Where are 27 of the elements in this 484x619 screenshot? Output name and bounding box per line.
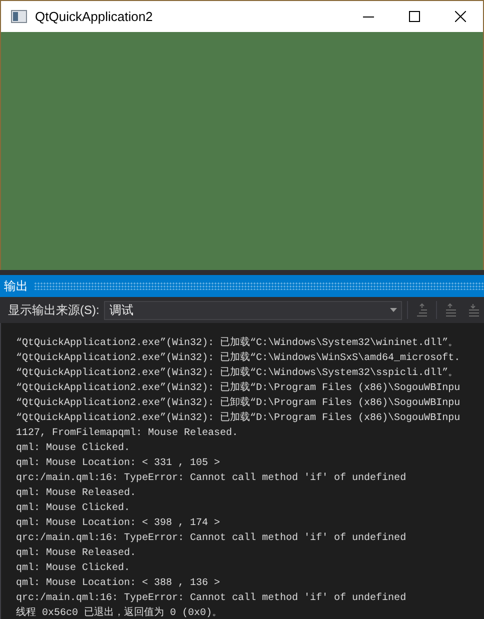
log-line: “QtQuickApplication2.exe”(Win32): 已加载“C:\Windows\System32\wininet.dll”。 — [16, 336, 460, 351]
log-line: qml: Mouse Released. — [16, 486, 138, 501]
caret-icon — [390, 308, 398, 312]
source-dropdown[interactable]: 调试 — [104, 300, 402, 320]
source-label: 显示输出来源(S): — [8, 302, 100, 318]
log-line: “QtQuickApplication2.exe”(Win32): 已加载“C:\Windows\System32\sspicli.dll”。 — [16, 366, 460, 381]
app-icon — [11, 10, 27, 23]
log-line: qml: Mouse Clicked. — [16, 502, 132, 516]
log-line: qml: Mouse Released. — [16, 546, 138, 561]
log-line: qml: Mouse Clicked. — [16, 562, 132, 576]
log-line: qrc:/main.qml:16: TypeError: Cannot call method 'if' of undefined — [16, 472, 408, 486]
log-line: “QtQuickApplication2.exe”(Win32): 已加载“C:\Windows\WinSxS\amd64_microsoft. — [16, 351, 462, 366]
log-line: 1127, FromFilemapqml: Mouse Released. — [16, 426, 240, 441]
window-title: QtQuickApplication2 — [35, 9, 154, 24]
log-line: qrc:/main.qml:16: TypeError: Cannot call method 'if' of undefined — [16, 532, 408, 546]
log-line: “QtQuickApplication2.exe”(Win32): 已加载“D:\Program Files (x86)\SogouWBInpu — [16, 381, 462, 396]
log-line: “QtQuickApplication2.exe”(Win32): 已加载“D:\Program Files (x86)\SogouWBInpu — [16, 411, 462, 426]
panel-title: 输出 — [4, 278, 28, 294]
maximize-icon — [408, 11, 420, 22]
log-line: qml: Mouse Clicked. — [16, 442, 132, 456]
log-line: qml: Mouse Location: < 331 , 105 > — [16, 456, 222, 471]
log-line: “QtQuickApplication2.exe”(Win32): 已卸载“D:\Program Files (x86)\SogouWBInpu — [16, 396, 462, 411]
close-icon — [454, 11, 466, 22]
log-line: qml: Mouse Location: < 398 , 174 > — [16, 516, 222, 531]
log-line: 线程 0x56c0 已退出，返回值为 0 (0x0)。 — [16, 606, 224, 619]
log-line: qml: Mouse Location: < 388 , 136 > — [16, 576, 222, 591]
log-line: qrc:/main.qml:16: TypeError: Cannot call method 'if' of undefined — [16, 592, 408, 606]
